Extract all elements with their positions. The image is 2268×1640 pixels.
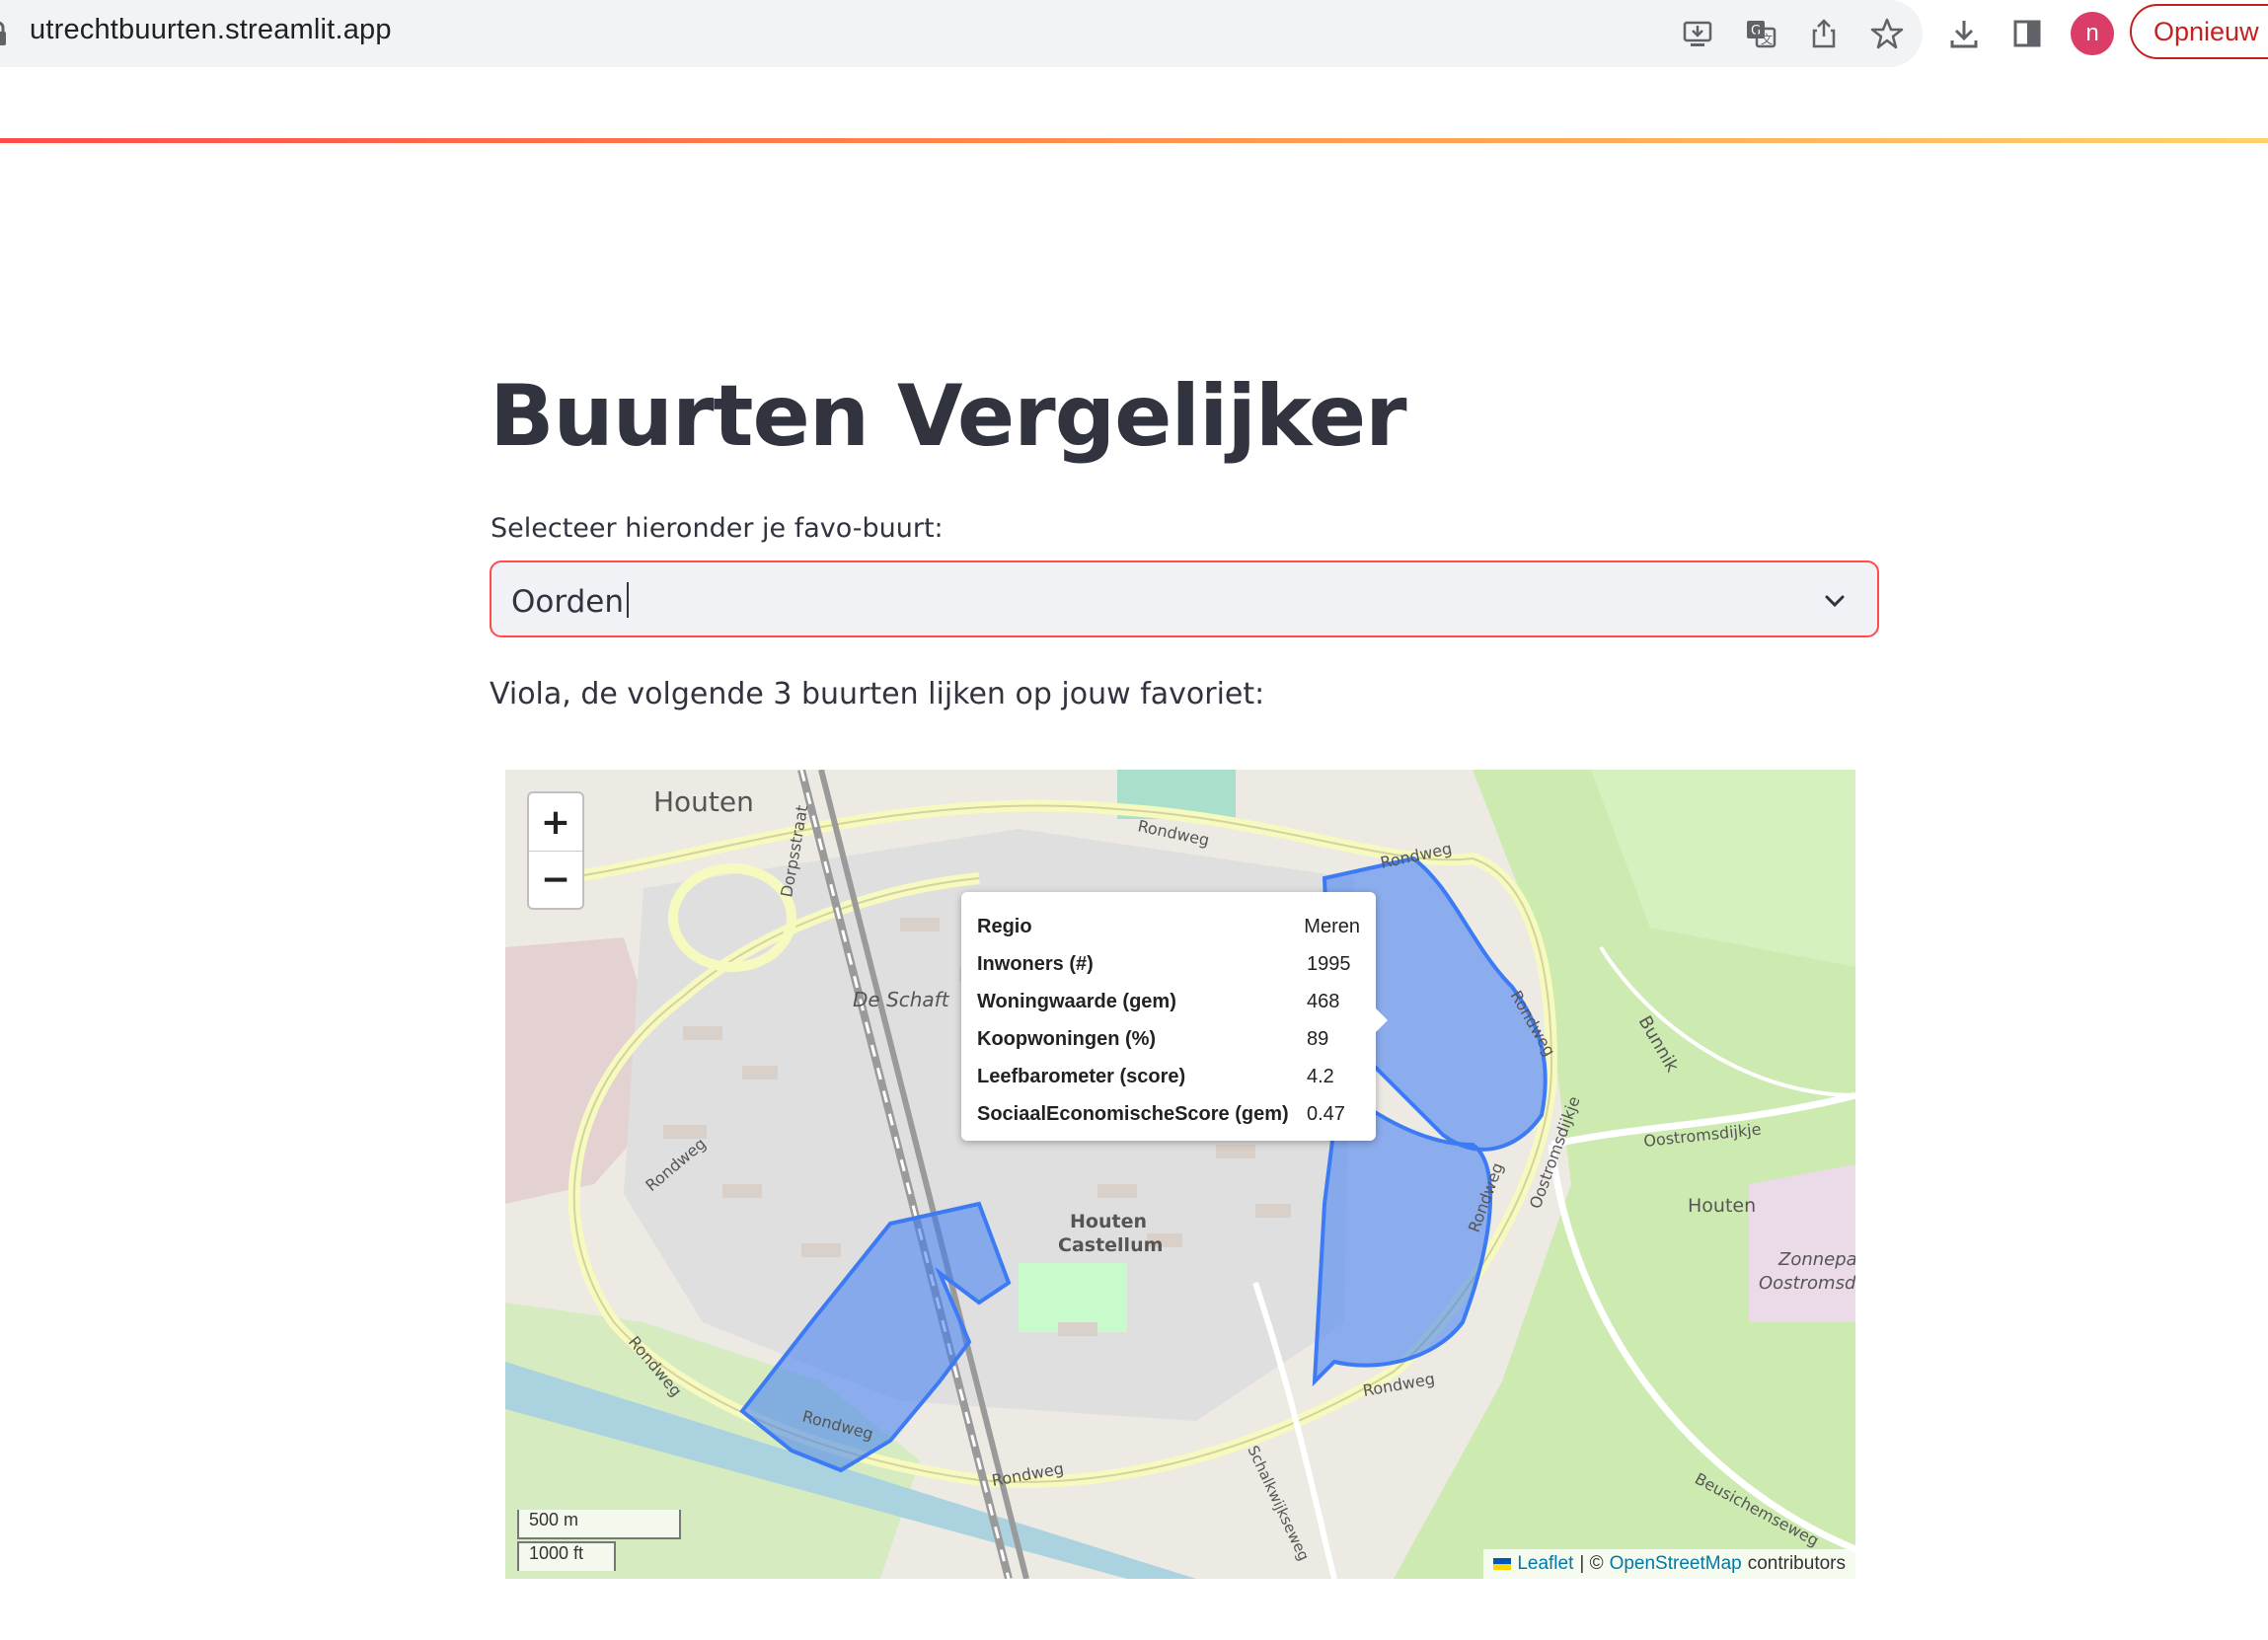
translate-icon[interactable]: G文: [1739, 12, 1782, 55]
map-tiles[interactable]: Houten De Schaft Houten Castellum Houten…: [505, 770, 1855, 1579]
zoom-out-button[interactable]: −: [529, 851, 582, 908]
label-zonnepark-1: Zonnepa: [1777, 1249, 1855, 1270]
download-icon[interactable]: [1942, 12, 1986, 55]
label-houten-east: Houten: [1688, 1195, 1756, 1217]
profile-avatar[interactable]: n: [2071, 12, 2114, 55]
label-de-schaft: De Schaft: [853, 988, 950, 1011]
install-app-icon[interactable]: [1676, 12, 1719, 55]
tooltip-value: 468: [1307, 990, 1340, 1012]
tooltip-value: 4.2: [1307, 1065, 1334, 1087]
tooltip-row: Koopwoningen (%) 89: [977, 1020, 1360, 1058]
tooltip-key: SociaalEconomischeScore (gem): [977, 1102, 1289, 1125]
bookmark-star-icon[interactable]: [1865, 12, 1909, 55]
tooltip-value: Meren: [1304, 915, 1360, 937]
tooltip-key: Leefbarometer (score): [977, 1065, 1186, 1087]
scale-bar-metric: 500 m: [517, 1510, 681, 1539]
result-text: Viola, de volgende 3 buurten lijken op j…: [490, 677, 1265, 711]
browser-toolbar: utrechtbuurten.streamlit.app G文 n Opnieu…: [0, 0, 2268, 99]
attribution-suffix: contributors: [1747, 1553, 1846, 1574]
address-bar[interactable]: utrechtbuurten.streamlit.app: [0, 0, 1923, 67]
zoom-control: + −: [527, 791, 584, 910]
select-label: Selecteer hieronder je favo-buurt:: [491, 513, 944, 544]
text-caret: [626, 582, 629, 618]
label-castellum-2: Castellum: [1058, 1234, 1163, 1256]
tooltip-key: Koopwoningen (%): [977, 1027, 1157, 1050]
label-houten: Houten: [653, 785, 754, 818]
tooltip-value: 1995: [1307, 952, 1351, 975]
url-text[interactable]: utrechtbuurten.streamlit.app: [30, 14, 392, 46]
tooltip-key: Inwoners (#): [977, 952, 1094, 975]
scale-bar-imperial: 1000 ft: [517, 1541, 616, 1571]
neighbourhood-select[interactable]: Oorden: [490, 560, 1879, 637]
openstreetmap-link[interactable]: OpenStreetMap: [1610, 1553, 1742, 1575]
tooltip-row: SociaalEconomischeScore (gem) 0.47: [977, 1095, 1360, 1133]
label-castellum-1: Houten: [1070, 1211, 1147, 1232]
tooltip-row: Leefbarometer (score) 4.2: [977, 1058, 1360, 1095]
svg-text:文: 文: [1761, 32, 1773, 46]
tooltip-value: 0.47: [1307, 1102, 1345, 1125]
streamlit-decoration-bar: [0, 138, 2268, 143]
attribution-separator: | ©: [1579, 1553, 1604, 1574]
share-icon[interactable]: [1802, 12, 1846, 55]
ukraine-flag-icon: [1493, 1558, 1512, 1570]
label-zonnepark-2: Oostromsd: [1759, 1273, 1855, 1294]
tooltip-row: Woningwaarde (gem) 468: [977, 983, 1360, 1020]
lock-icon: [0, 21, 6, 45]
tooltip-row: Inwoners (#) 1995: [977, 945, 1360, 983]
map-attribution: Leaflet | © OpenStreetMap contributors: [1483, 1549, 1855, 1579]
tooltip-key: Woningwaarde (gem): [977, 990, 1176, 1012]
leaflet-link[interactable]: Leaflet: [1517, 1553, 1573, 1575]
restart-button[interactable]: Opnieuw: [2130, 4, 2268, 59]
tooltip-key: Regio: [977, 915, 1032, 937]
neighbourhood-map[interactable]: Houten De Schaft Houten Castellum Houten…: [505, 770, 1855, 1579]
page-title: Buurten Vergelijker: [490, 367, 1407, 466]
select-value[interactable]: Oorden: [511, 582, 629, 620]
tooltip-row: Regio Meren: [977, 908, 1360, 945]
chevron-down-icon[interactable]: [1822, 588, 1848, 614]
tooltip-value: 89: [1307, 1027, 1329, 1050]
side-panel-icon[interactable]: [2005, 12, 2049, 55]
zoom-in-button[interactable]: +: [529, 793, 582, 852]
map-tooltip: Regio Meren Inwoners (#) 1995 Woningwaarde…: [961, 892, 1388, 1141]
